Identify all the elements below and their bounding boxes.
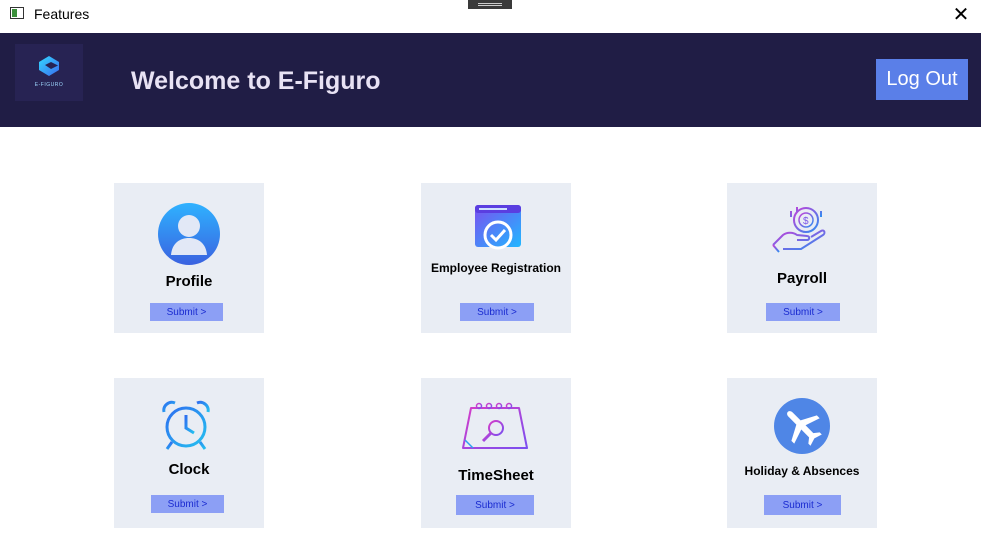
app-header: E-FIGURO Welcome to E-Figuro Log Out [0, 33, 981, 127]
airplane-icon [774, 398, 830, 454]
card-label-timesheet: TimeSheet [458, 467, 534, 484]
clock-submit-button[interactable]: Submit > [151, 495, 224, 513]
logo-e-icon [39, 56, 59, 76]
logout-button[interactable]: Log Out [876, 59, 968, 100]
logo-text: E-FIGURO [34, 82, 64, 88]
hand-coin-icon: $ [772, 207, 826, 253]
feature-card-payroll: $ Payroll Submit > [727, 183, 877, 333]
calendar-search-icon [462, 402, 528, 449]
card-label-employee-registration: Employee Registration [430, 261, 562, 275]
feature-card-profile: Profile Submit > [114, 183, 264, 333]
welcome-heading: Welcome to E-Figuro [131, 67, 381, 95]
card-label-payroll: Payroll [776, 270, 828, 287]
calendar-check-icon [475, 205, 521, 250]
feature-card-clock: Clock Submit > [114, 378, 264, 528]
feature-card-timesheet: TimeSheet Submit > [421, 378, 571, 528]
employee-registration-submit-button[interactable]: Submit > [460, 303, 534, 321]
user-avatar-icon [158, 203, 220, 265]
window-titlebar: Features ✕ [0, 0, 981, 33]
holiday-absences-submit-button[interactable]: Submit > [764, 495, 841, 515]
profile-submit-button[interactable]: Submit > [150, 303, 223, 321]
card-label-holiday-absences: Holiday & Absences [744, 464, 860, 478]
feature-card-holiday-absences: Holiday & Absences Submit > [727, 378, 877, 528]
svg-text:$: $ [803, 216, 809, 227]
window-title: Features [34, 6, 90, 22]
card-label-profile: Profile [165, 273, 213, 290]
app-window-icon [10, 7, 24, 19]
close-window-button[interactable]: ✕ [944, 2, 978, 28]
efiguro-logo: E-FIGURO [15, 44, 83, 101]
alarm-clock-icon [162, 400, 210, 450]
feature-card-employee-registration: Employee Registration Submit > [421, 183, 571, 333]
payroll-submit-button[interactable]: Submit > [766, 303, 840, 321]
drag-handle[interactable] [468, 0, 512, 9]
timesheet-submit-button[interactable]: Submit > [456, 495, 534, 515]
card-label-clock: Clock [168, 461, 210, 478]
